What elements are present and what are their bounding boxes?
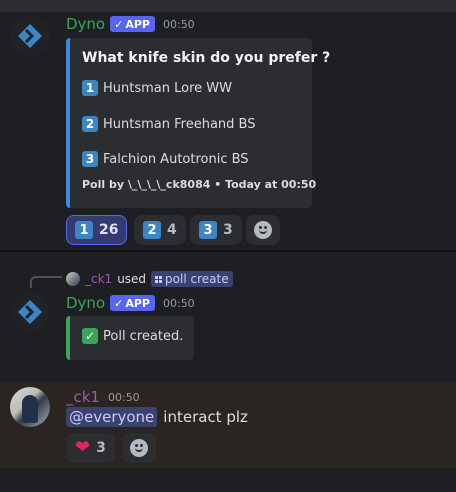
message-text: interact plz: [163, 408, 248, 426]
reaction-one[interactable]: 1 26: [66, 215, 128, 245]
check-mark-icon: ✓: [82, 328, 98, 344]
command-name: poll create: [165, 272, 229, 286]
app-badge-label: APP: [125, 17, 150, 31]
keycap-one-icon: 1: [82, 80, 98, 96]
reply-connector: [30, 276, 62, 288]
user-mini-avatar[interactable]: [66, 272, 80, 286]
smile-icon: [254, 221, 272, 239]
poll-embed: What knife skin do you prefer ? 1 Huntsm…: [66, 38, 330, 208]
keycap-two-icon: 2: [82, 116, 98, 132]
poll-created-text: Poll created.: [103, 328, 184, 344]
reaction-heart[interactable]: ❤ 3: [66, 433, 115, 463]
add-reaction-button[interactable]: [246, 215, 280, 245]
keycap-one-icon: 1: [75, 221, 93, 239]
timestamp: 00:50: [162, 296, 195, 310]
message-content: @everyone interact plz: [66, 407, 248, 427]
reaction-count: 4: [167, 222, 177, 238]
heart-icon: ❤: [75, 437, 91, 458]
poll-created-embed: ✓ Poll created.: [66, 316, 194, 360]
previous-message-edge: [0, 0, 456, 12]
keycap-two-icon: 2: [143, 221, 161, 239]
reaction-count: 3: [223, 222, 233, 238]
chat-bottom: [0, 468, 456, 492]
reaction-count: 3: [96, 440, 106, 456]
command-user[interactable]: _ck1: [85, 272, 112, 286]
dyno-avatar[interactable]: [10, 292, 50, 332]
keycap-three-icon: 3: [199, 221, 217, 239]
message-header: Dyno ✓ APP 00:50: [66, 15, 195, 33]
poll-created-row: ✓ Poll created.: [82, 328, 183, 344]
author-name[interactable]: _ck1: [66, 388, 100, 406]
poll-option-label: Falchion Autotronic BS: [103, 151, 249, 167]
add-reaction-button[interactable]: [122, 433, 156, 463]
user-avatar-figure: [22, 395, 38, 423]
message-header: Dyno ✓ APP 00:50: [66, 294, 195, 312]
message-header: _ck1 00:50: [66, 388, 140, 406]
dyno-logo-icon: [18, 300, 42, 324]
smile-icon: [130, 439, 148, 457]
timestamp: 00:50: [162, 17, 195, 31]
poll-option: 1 Huntsman Lore WW: [82, 80, 232, 96]
chat-view: Dyno ✓ APP 00:50 What knife skin do you …: [0, 0, 456, 492]
author-name[interactable]: Dyno: [66, 15, 105, 33]
mention-everyone[interactable]: @everyone: [66, 407, 158, 427]
dyno-logo-icon: [18, 24, 42, 48]
author-name[interactable]: Dyno: [66, 294, 105, 312]
app-badge: ✓ APP: [110, 16, 155, 32]
command-usage: _ck1 used poll create: [66, 271, 233, 287]
poll-option-label: Huntsman Lore WW: [103, 80, 232, 96]
app-badge: ✓ APP: [110, 295, 155, 311]
app-grid-icon: [155, 275, 163, 283]
dyno-avatar[interactable]: [10, 16, 50, 56]
app-badge-label: APP: [125, 296, 150, 310]
poll-option: 2 Huntsman Freehand BS: [82, 116, 255, 132]
reaction-three[interactable]: 3 3: [190, 215, 242, 245]
reaction-count: 26: [99, 222, 119, 238]
poll-title: What knife skin do you prefer ?: [82, 50, 331, 66]
keycap-three-icon: 3: [82, 151, 98, 167]
command-chip[interactable]: poll create: [151, 271, 233, 287]
reaction-two[interactable]: 2 4: [134, 215, 186, 245]
timestamp: 00:50: [107, 390, 140, 404]
user-avatar[interactable]: [10, 387, 50, 427]
check-icon: ✓: [114, 17, 124, 31]
poll-option: 3 Falchion Autotronic BS: [82, 151, 249, 167]
poll-footer: Poll by \_\_\_\_ck8084 • Today at 00:50: [82, 178, 317, 191]
command-used-text: used: [117, 272, 147, 286]
check-icon: ✓: [114, 296, 124, 310]
poll-option-label: Huntsman Freehand BS: [103, 116, 256, 132]
